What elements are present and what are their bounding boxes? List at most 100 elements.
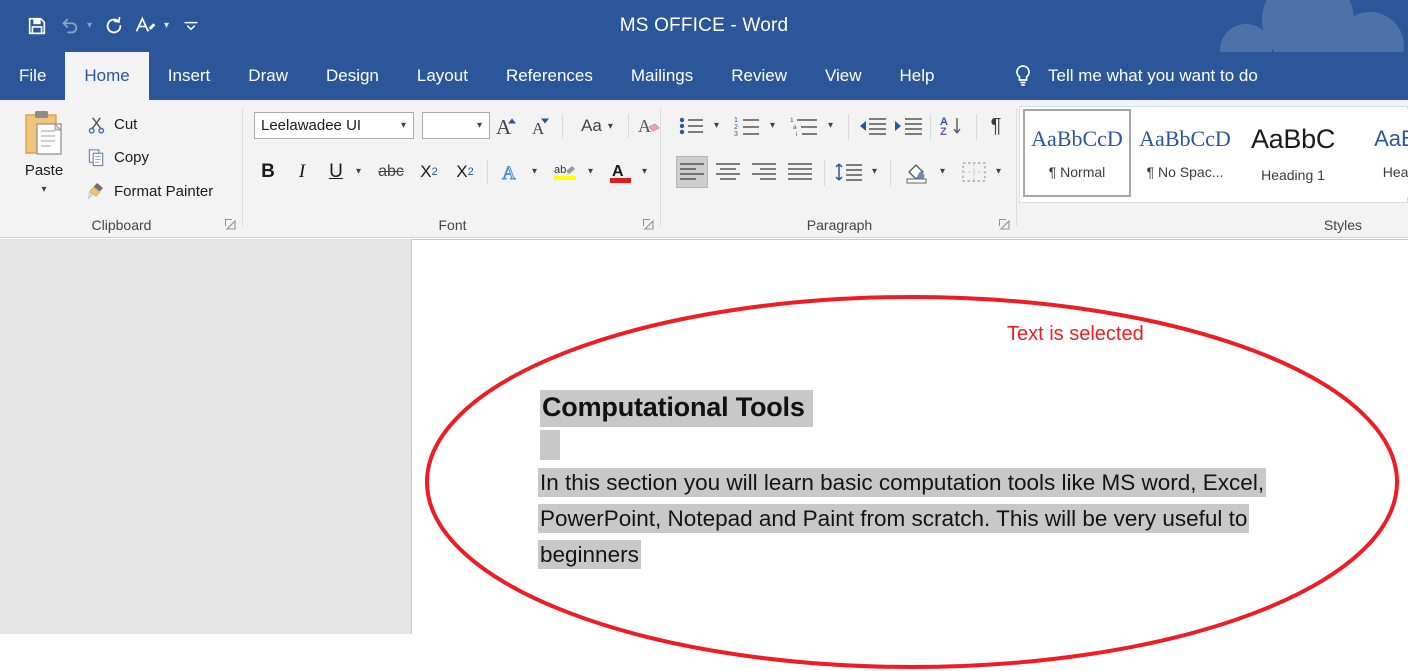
bullet-list-icon — [679, 117, 703, 135]
svg-text:A: A — [496, 115, 512, 137]
window-title: MS OFFICE - Word — [619, 15, 789, 36]
font-size-combo[interactable]: ▾ — [422, 112, 490, 139]
underline-button[interactable]: U — [322, 158, 350, 186]
strikethrough-button[interactable]: abc — [374, 158, 408, 186]
svg-text:1: 1 — [734, 117, 738, 124]
cut-button[interactable]: Cut — [84, 111, 137, 137]
svg-text:A: A — [612, 163, 624, 180]
tab-mailings[interactable]: Mailings — [612, 52, 712, 100]
sort-button[interactable]: A Z — [938, 112, 970, 140]
document-body-line-3: beginners — [540, 542, 639, 567]
shrink-font-button[interactable]: A — [528, 112, 556, 140]
tab-review[interactable]: Review — [712, 52, 806, 100]
tab-home[interactable]: Home — [65, 52, 149, 100]
underline-caret-icon[interactable]: ▾ — [356, 166, 361, 177]
font-name-combo[interactable]: Leelawadee UI ▾ — [254, 112, 414, 139]
multilevel-caret-icon[interactable]: ▾ — [828, 120, 833, 131]
copy-button[interactable]: Copy — [84, 144, 149, 170]
format-painter-label: Format Painter — [114, 182, 214, 200]
tab-layout[interactable]: Layout — [398, 52, 487, 100]
change-case-caret-icon[interactable]: ▾ — [608, 121, 613, 132]
align-center-button[interactable] — [712, 158, 744, 186]
align-right-icon — [752, 163, 776, 180]
tab-design[interactable]: Design — [307, 52, 398, 100]
paragraph-dialog-launcher-icon[interactable] — [997, 217, 1011, 231]
shading-caret-icon[interactable]: ▾ — [940, 166, 945, 177]
line-spacing-button[interactable] — [832, 158, 866, 186]
font-name-caret-icon[interactable]: ▾ — [394, 120, 413, 131]
bold-button[interactable]: B — [254, 158, 282, 186]
document-body-line-2: PowerPoint, Notepad and Paint from scrat… — [540, 506, 1248, 531]
document-heading[interactable]: Computational Tools — [540, 390, 813, 427]
tab-help[interactable]: Help — [881, 52, 954, 100]
style-item-normal[interactable]: AaBbCcD ¶ Normal — [1023, 109, 1131, 197]
bullets-caret-icon[interactable]: ▾ — [714, 120, 719, 131]
document-body-line-1: In this section you will learn basic com… — [540, 470, 1265, 495]
document-background-left — [0, 239, 412, 634]
paste-button[interactable]: Paste ▾ — [14, 108, 74, 204]
superscript-button[interactable]: X2 — [450, 158, 480, 186]
align-right-button[interactable] — [748, 158, 780, 186]
document-body-text[interactable]: In this section you will learn basic com… — [540, 465, 1360, 573]
font-color-button[interactable]: A — [606, 158, 636, 186]
numbering-button[interactable]: 123 — [732, 112, 764, 140]
svg-text:Z: Z — [940, 126, 947, 137]
tell-me-search[interactable]: Tell me what you want to do — [1012, 52, 1258, 100]
font-size-caret-icon[interactable]: ▾ — [470, 120, 489, 131]
ribbon-group-font: Leelawadee UI ▾ ▾ A A Aa ▾ A B I U ▾ abc… — [244, 100, 661, 237]
ribbon: Paste ▾ Cut Copy Format Painter Clipboar… — [0, 100, 1408, 238]
style-item-no-spacing[interactable]: AaBbCcD ¶ No Spac... — [1131, 109, 1239, 197]
font-color-icon: A — [610, 163, 631, 183]
line-spacing-caret-icon[interactable]: ▾ — [872, 166, 877, 177]
grow-font-button[interactable]: A — [494, 112, 522, 140]
tab-file[interactable]: File — [0, 52, 65, 100]
clipboard-dialog-launcher-icon[interactable] — [223, 217, 237, 231]
tab-insert[interactable]: Insert — [149, 52, 230, 100]
svg-text:A: A — [502, 163, 516, 183]
document-empty-selected-line — [540, 430, 560, 460]
font-name-value: Leelawadee UI — [261, 117, 362, 134]
font-group-label: Font — [438, 217, 467, 233]
tab-references[interactable]: References — [487, 52, 612, 100]
multilevel-list-button[interactable]: 1ai — [788, 112, 822, 140]
svg-text:i: i — [796, 131, 797, 137]
format-painter-button[interactable]: Format Painter — [84, 178, 213, 204]
tab-draw[interactable]: Draw — [229, 52, 307, 100]
bullets-button[interactable] — [676, 112, 708, 140]
subscript-button[interactable]: X2 — [414, 158, 444, 186]
decrease-indent-button[interactable] — [856, 112, 888, 140]
clear-formatting-icon: A — [638, 116, 660, 136]
highlight-caret-icon[interactable]: ▾ — [588, 166, 593, 177]
style-name-no-spacing: ¶ No Spac... — [1146, 164, 1224, 180]
paragraph-group-label: Paragraph — [806, 217, 873, 233]
svg-text:1: 1 — [790, 117, 794, 124]
italic-button[interactable]: I — [288, 158, 316, 186]
shading-button[interactable] — [900, 158, 934, 186]
align-left-button[interactable] — [676, 156, 708, 188]
text-effects-button[interactable]: A — [496, 158, 526, 186]
decrease-indent-icon — [860, 118, 886, 135]
document-page[interactable] — [412, 239, 1408, 634]
paste-icon — [25, 111, 63, 155]
justify-button[interactable] — [784, 158, 816, 186]
font-color-caret-icon[interactable]: ▾ — [642, 166, 647, 177]
style-item-heading-1[interactable]: AaBbC Heading 1 — [1239, 109, 1347, 197]
tab-view[interactable]: View — [806, 52, 881, 100]
style-item-heading-2[interactable]: AaBb Headi — [1347, 109, 1408, 197]
font-dialog-launcher-icon[interactable] — [641, 217, 655, 231]
borders-caret-icon[interactable]: ▾ — [996, 166, 1001, 177]
pilcrow-label: ¶ — [990, 114, 1002, 137]
change-case-button[interactable]: Aa ▾ — [572, 112, 622, 140]
svg-text:a: a — [793, 124, 797, 131]
numbered-list-icon: 123 — [734, 117, 759, 137]
annotation-label: Text is selected — [1007, 323, 1144, 345]
paste-caret-icon[interactable]: ▾ — [41, 184, 46, 195]
text-effects-caret-icon[interactable]: ▾ — [532, 166, 537, 177]
highlight-button[interactable]: ab — [550, 158, 582, 186]
borders-button[interactable] — [958, 158, 990, 186]
copy-label: Copy — [114, 148, 150, 166]
numbering-caret-icon[interactable]: ▾ — [770, 120, 775, 131]
increase-indent-button[interactable] — [892, 112, 924, 140]
multilevel-list-icon: 1ai — [790, 117, 817, 137]
show-formatting-marks-button[interactable]: ¶ — [982, 112, 1010, 140]
